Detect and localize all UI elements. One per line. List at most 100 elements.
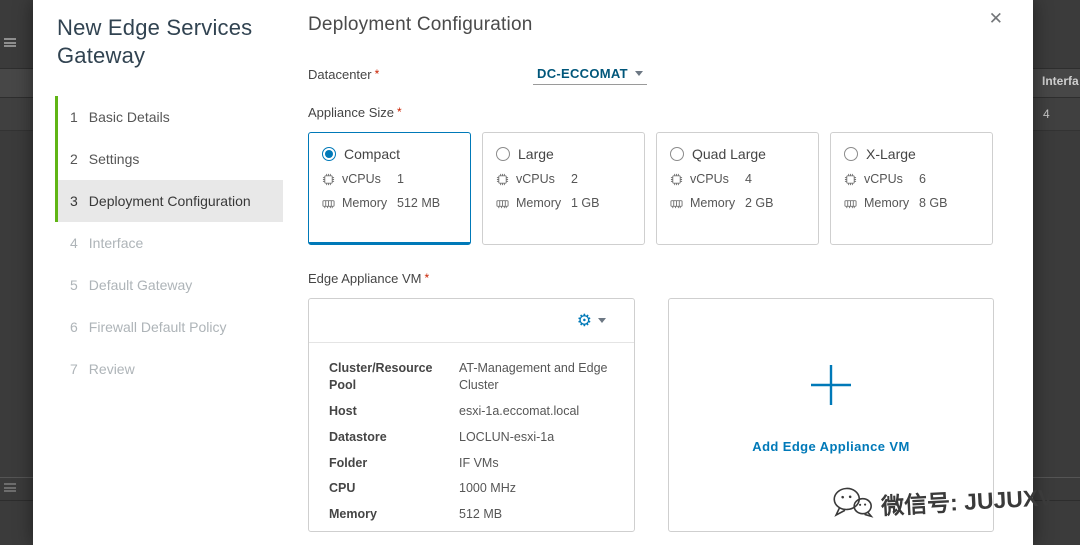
vcpus-caption: vCPUs <box>342 172 390 186</box>
step-label: Deployment Configuration <box>89 193 251 209</box>
wizard-dialog: New Edge Services Gateway 1 Basic Detail… <box>33 0 1033 545</box>
vcpus-caption: vCPUs <box>864 172 912 186</box>
vm-detail-row: Cluster/Resource Pool AT-Management and … <box>329 360 618 394</box>
step-label: Default Gateway <box>89 277 193 293</box>
watermark-text: 微信号: JUJUXV <box>881 478 1055 521</box>
appliance-size-label: Appliance Size* <box>308 105 994 120</box>
vm-detail-value: IF VMs <box>459 455 618 472</box>
wizard-content: Deployment Configuration ✕ Datacenter* D… <box>283 0 1033 545</box>
memory-icon <box>322 197 335 210</box>
background-cell-value: 4 <box>1043 107 1050 121</box>
plus-icon <box>808 362 854 413</box>
background-menu-icon <box>4 483 16 492</box>
vcpus-value: 6 <box>919 172 926 186</box>
step-number: 6 <box>70 319 78 335</box>
wechat-icon <box>831 485 875 527</box>
datacenter-value: DC-ECCOMAT <box>537 66 628 81</box>
vm-detail-row: Folder IF VMs <box>329 455 618 472</box>
datacenter-label: Datacenter* <box>308 67 533 82</box>
step-number: 7 <box>70 361 78 377</box>
close-button[interactable]: ✕ <box>989 10 1003 27</box>
gear-icon <box>577 312 592 329</box>
appliance-size-card-large[interactable]: Large vCPUs 2 Memory 1 GB <box>482 132 645 245</box>
vcpus-icon <box>670 173 683 186</box>
size-name: X-Large <box>866 146 916 162</box>
edge-appliance-vm-label: Edge Appliance VM* <box>308 271 994 286</box>
memory-value: 512 MB <box>397 196 440 210</box>
vcpus-icon <box>844 173 857 186</box>
chevron-down-icon <box>598 318 606 323</box>
sidebar-step-review[interactable]: 7 Review <box>55 348 283 390</box>
background-column-header: Interfa <box>1042 74 1079 88</box>
required-marker: * <box>424 271 429 285</box>
datacenter-select[interactable]: DC-ECCOMAT <box>533 64 647 85</box>
step-label: Settings <box>89 151 140 167</box>
radio-unselected-icon <box>670 147 684 161</box>
memory-caption: Memory <box>516 196 564 210</box>
radio-unselected-icon <box>496 147 510 161</box>
memory-icon <box>844 197 857 210</box>
vm-detail-key: Memory <box>329 506 459 523</box>
memory-icon <box>496 197 509 210</box>
step-number: 1 <box>70 109 78 125</box>
memory-icon <box>670 197 683 210</box>
vcpus-value: 1 <box>397 172 404 186</box>
page-title: Deployment Configuration <box>308 14 994 36</box>
vcpus-value: 4 <box>745 172 752 186</box>
step-label: Basic Details <box>89 109 170 125</box>
size-name: Large <box>518 146 554 162</box>
step-label: Firewall Default Policy <box>89 319 227 335</box>
appliance-size-card-quad-large[interactable]: Quad Large vCPUs 4 Memory 2 GB <box>656 132 819 245</box>
vm-detail-key: Host <box>329 403 459 420</box>
step-number: 3 <box>70 193 78 209</box>
vcpus-icon <box>496 173 509 186</box>
size-name: Compact <box>344 146 400 162</box>
vm-detail-key: Cluster/Resource Pool <box>329 360 459 394</box>
memory-caption: Memory <box>342 196 390 210</box>
memory-caption: Memory <box>690 196 738 210</box>
vm-detail-value: 512 MB <box>459 506 618 523</box>
wizard-sidebar: New Edge Services Gateway 1 Basic Detail… <box>33 0 283 545</box>
sidebar-step-settings[interactable]: 2 Settings <box>55 138 283 180</box>
memory-value: 1 GB <box>571 196 600 210</box>
background-menu-icon <box>4 38 16 47</box>
wizard-title: New Edge Services Gateway <box>33 14 283 70</box>
step-number: 2 <box>70 151 78 167</box>
appliance-size-card-compact[interactable]: Compact vCPUs 1 Memory 512 MB <box>308 132 471 245</box>
vm-detail-key: CPU <box>329 480 459 497</box>
sidebar-step-basic-details[interactable]: 1 Basic Details <box>55 96 283 138</box>
vcpus-caption: vCPUs <box>690 172 738 186</box>
vm-detail-key: Folder <box>329 455 459 472</box>
step-number: 4 <box>70 235 78 251</box>
size-name: Quad Large <box>692 146 766 162</box>
vcpus-caption: vCPUs <box>516 172 564 186</box>
vm-detail-row: Host esxi-1a.eccomat.local <box>329 403 618 420</box>
vm-detail-key: Datastore <box>329 429 459 446</box>
vm-detail-value: AT-Management and Edge Cluster <box>459 360 618 394</box>
memory-value: 8 GB <box>919 196 948 210</box>
appliance-size-card-x-large[interactable]: X-Large vCPUs 6 Memory 8 GB <box>830 132 993 245</box>
step-label: Review <box>89 361 135 377</box>
vm-detail-row: Memory 512 MB <box>329 506 618 523</box>
vcpus-icon <box>322 173 335 186</box>
vcpus-value: 2 <box>571 172 578 186</box>
step-label: Interface <box>89 235 143 251</box>
chevron-down-icon <box>635 71 643 76</box>
memory-value: 2 GB <box>745 196 774 210</box>
step-number: 5 <box>70 277 78 293</box>
vm-detail-row: Datastore LOCLUN-esxi-1a <box>329 429 618 446</box>
required-marker: * <box>397 105 402 119</box>
vm-actions-button[interactable] <box>577 312 606 329</box>
vm-detail-value: LOCLUN-esxi-1a <box>459 429 618 446</box>
sidebar-step-deployment-configuration[interactable]: 3 Deployment Configuration <box>55 180 283 222</box>
radio-selected-icon <box>322 147 336 161</box>
sidebar-step-default-gateway[interactable]: 5 Default Gateway <box>55 264 283 306</box>
vm-detail-value: esxi-1a.eccomat.local <box>459 403 618 420</box>
sidebar-step-interface[interactable]: 4 Interface <box>55 222 283 264</box>
radio-unselected-icon <box>844 147 858 161</box>
vm-detail-value: 1000 MHz <box>459 480 618 497</box>
appliance-size-options: Compact vCPUs 1 Memory 512 MB Large <box>308 132 994 245</box>
edge-vm-card: Cluster/Resource Pool AT-Management and … <box>308 298 635 532</box>
required-marker: * <box>375 67 380 81</box>
sidebar-step-firewall-default-policy[interactable]: 6 Firewall Default Policy <box>55 306 283 348</box>
